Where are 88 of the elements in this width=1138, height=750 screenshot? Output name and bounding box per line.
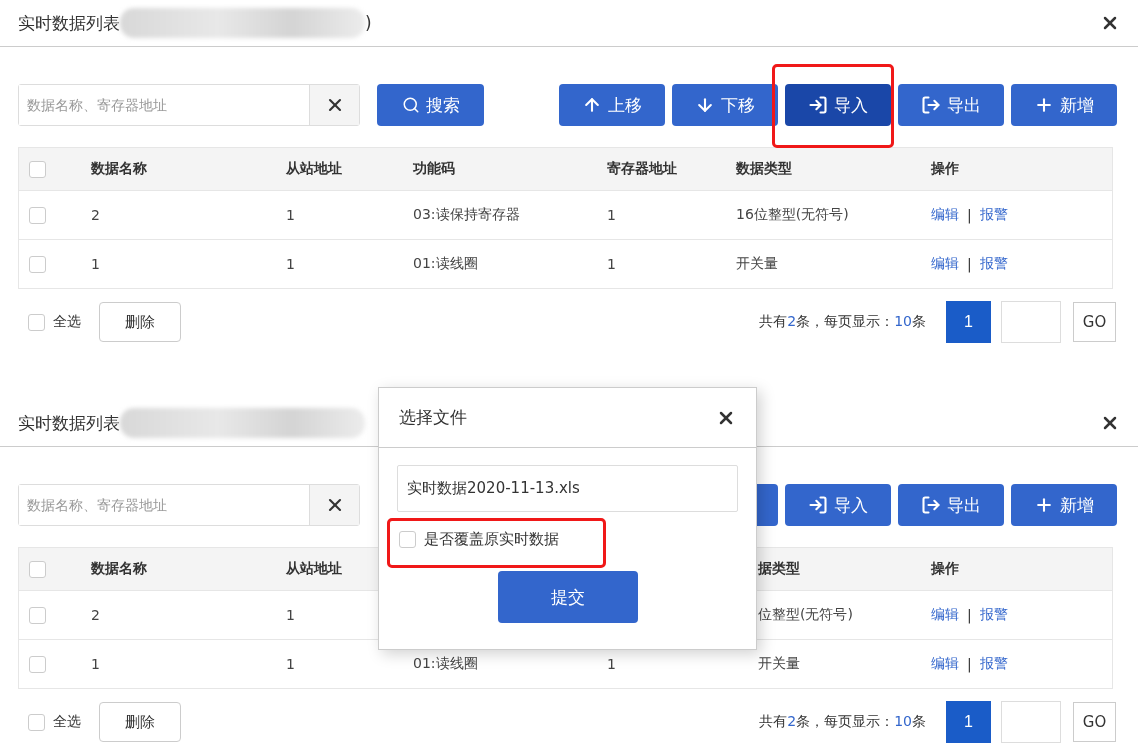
- enter-icon: [808, 95, 828, 115]
- page-button[interactable]: 1: [946, 701, 991, 743]
- checkbox[interactable]: [29, 160, 46, 178]
- title-text: ): [365, 13, 372, 33]
- table-cell-text: 2: [91, 207, 101, 223]
- enter-icon: [808, 495, 828, 515]
- edit-link[interactable]: 编辑: [931, 606, 959, 624]
- alarm-link[interactable]: 报警: [979, 255, 1008, 273]
- table-cell-text: 开关量: [736, 255, 779, 273]
- column-header: 从站地址: [286, 160, 343, 178]
- go-button[interactable]: GO: [1073, 302, 1116, 342]
- column-header: 据类型: [757, 560, 801, 578]
- table-cell-text: 1: [91, 656, 101, 672]
- search-field[interactable]: 数据名称、寄存器地址: [18, 484, 360, 526]
- table-cell-text: 位整型(无符号): [757, 606, 854, 624]
- submit-button[interactable]: 提交: [497, 571, 638, 623]
- delete-button[interactable]: 删除: [99, 302, 181, 342]
- table-cell-text: 1: [286, 207, 296, 223]
- select-all-label: 全选: [53, 313, 81, 331]
- table-cell-text: 1: [607, 256, 617, 272]
- edit-link[interactable]: 编辑: [931, 655, 959, 673]
- column-header: 功能码: [413, 160, 456, 178]
- import-button[interactable]: 导入: [785, 484, 891, 526]
- separator: |: [967, 656, 972, 672]
- search-icon: [401, 96, 420, 114]
- column-header: 数据类型: [736, 160, 793, 178]
- table-cell-text: 1: [286, 256, 296, 272]
- separator: |: [967, 607, 972, 623]
- pagination-summary: 共有2条，每页显示：10条: [759, 313, 926, 331]
- separator: |: [967, 256, 972, 272]
- checkbox[interactable]: [29, 206, 46, 224]
- table-cell-text: 1: [607, 656, 617, 672]
- page-button[interactable]: 1: [946, 301, 991, 343]
- page-input[interactable]: [1001, 301, 1061, 343]
- alarm-link[interactable]: 报警: [979, 655, 1008, 673]
- edit-link[interactable]: 编辑: [931, 255, 959, 273]
- separator: |: [967, 207, 972, 223]
- table-cell-text: 2: [91, 607, 101, 623]
- alarm-link[interactable]: 报警: [979, 206, 1008, 224]
- move-down-button[interactable]: 下移: [672, 84, 778, 126]
- checkbox[interactable]: [29, 606, 46, 624]
- table-cell-text: 1: [286, 656, 296, 672]
- exit-icon: [921, 495, 941, 515]
- add-button[interactable]: 新增: [1011, 484, 1117, 526]
- checkbox[interactable]: [28, 313, 45, 331]
- move-up-button[interactable]: 上移: [559, 84, 665, 126]
- table-cell-text: 16位整型(无符号): [736, 206, 850, 224]
- table-cell-text: 01:读线圈: [413, 255, 479, 273]
- table-cell-text: 开关量: [757, 655, 801, 673]
- overwrite-label: 是否覆盖原实时数据: [424, 530, 559, 549]
- window-title: 实时数据列表: [18, 411, 120, 435]
- dialog-title: 选择文件: [399, 406, 467, 429]
- export-button[interactable]: 导出: [898, 484, 1004, 526]
- column-header: 操作: [931, 160, 960, 178]
- column-header: 寄存器地址: [607, 160, 678, 178]
- checkbox[interactable]: [399, 531, 416, 548]
- table-cell-text: 1: [607, 207, 617, 223]
- plus-icon: [1034, 95, 1054, 115]
- delete-button[interactable]: 删除: [99, 702, 181, 742]
- file-field[interactable]: 实时数据2020-11-13.xls: [397, 465, 738, 512]
- table-cell-text: 01:读线圈: [413, 655, 479, 673]
- import-button[interactable]: 导入: [785, 84, 891, 126]
- column-header: 操作: [931, 560, 960, 578]
- select-all-label: 全选: [53, 713, 81, 731]
- plus-icon: [1034, 495, 1054, 515]
- alarm-link[interactable]: 报警: [979, 606, 1008, 624]
- edit-link[interactable]: 编辑: [931, 206, 959, 224]
- search-button[interactable]: 搜索: [377, 84, 484, 126]
- column-header: 数据名称: [91, 160, 148, 178]
- add-button[interactable]: 新增: [1011, 84, 1117, 126]
- checkbox[interactable]: [28, 713, 45, 731]
- table-cell-text: 1: [286, 607, 296, 623]
- export-button[interactable]: 导出: [898, 84, 1004, 126]
- checkbox[interactable]: [29, 255, 46, 273]
- checkbox[interactable]: [29, 560, 46, 578]
- table-cell-text: 03:读保持寄存器: [413, 206, 521, 224]
- page-input[interactable]: [1001, 701, 1061, 743]
- clear-button[interactable]: [309, 85, 359, 125]
- checkbox[interactable]: [29, 655, 46, 673]
- column-header: 从站地址: [286, 560, 343, 578]
- window-title: 实时数据列表: [18, 11, 120, 35]
- exit-icon: [921, 95, 941, 115]
- clear-button[interactable]: [309, 485, 359, 525]
- pagination-summary: 共有2条，每页显示：10条: [759, 713, 926, 731]
- go-button[interactable]: GO: [1073, 702, 1116, 742]
- search-field[interactable]: 数据名称、寄存器地址: [18, 84, 360, 126]
- column-header: 数据名称: [91, 560, 148, 578]
- table-cell-text: 1: [91, 256, 101, 272]
